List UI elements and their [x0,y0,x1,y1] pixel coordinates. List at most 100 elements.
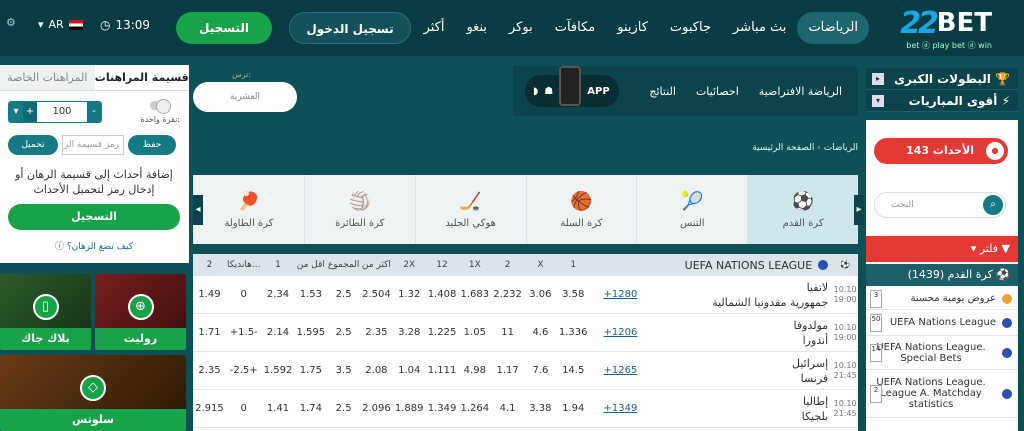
odds-cell[interactable]: 1.75 [294,365,327,376]
search-icon[interactable]: ⌕ [983,195,1003,215]
odds-cell[interactable]: 0 [226,289,262,300]
odds-cell[interactable]: 1.17 [491,365,524,376]
category-football[interactable]: كرة القدم (1439) ⚽ [866,264,1018,286]
nav-bonuses[interactable]: مكافآت [544,12,607,44]
nav-poker[interactable]: بوكر [498,12,544,44]
promo-blackjack[interactable]: ▯ بلاك جاك [0,274,91,350]
odds-cell[interactable]: 1.264 [458,403,491,414]
odds-cell[interactable]: 1.94 [557,403,590,414]
odds-cell[interactable]: 3.06 [524,289,557,300]
list-item[interactable]: 2 UEFA Nations League. League A. Matchday… [866,370,1018,418]
odds-cell[interactable]: 1.111 [426,365,459,376]
sports-search-input[interactable]: البحث ⌕ [874,192,1006,218]
nav-jackpot[interactable]: جاكبوت [659,12,722,44]
odds-cell[interactable]: 7.6 [524,365,557,376]
breadcrumb-home[interactable]: الصفحة الرئيسية [752,143,814,153]
load-coupon-button[interactable]: تحميل [8,135,58,155]
match-teams[interactable]: لاتفيا جمهورية مقدونيا الشمالية [637,280,832,310]
more-markets-link[interactable]: +1280 [590,289,637,300]
odds-cell[interactable]: 2.35 [193,365,226,376]
nav-sports[interactable]: الرياضات [797,12,869,44]
odds-cell[interactable]: 2.504 [360,289,393,300]
league-title[interactable]: UEFA NATIONS LEAGUE [637,259,832,272]
odds-cell[interactable]: 2.14 [262,327,295,338]
sport-volleyball[interactable]: 🏐 كرة الطائرة [303,175,415,244]
odds-cell[interactable]: 1.683 [458,289,491,300]
nav-bingo[interactable]: بنغو [455,12,498,44]
stake-dropdown-icon[interactable]: ▾ [9,102,23,122]
odds-cell[interactable]: 3.5 [327,365,360,376]
odds-cell[interactable]: 3.28 [393,327,426,338]
app-download-button[interactable]: ◗ ☗ APP [525,66,619,107]
odds-cell[interactable]: 1.592 [262,365,295,376]
stake-stepper[interactable]: ▾ + 100 - [8,101,102,123]
match-teams[interactable]: مولدوفا أندورا [637,318,832,348]
nav-live[interactable]: بث مباشر [722,12,797,44]
register-button[interactable]: التسجيل [176,12,272,44]
sport-football[interactable]: ⚽ كرة القدم [747,175,858,244]
sport-basketball[interactable]: 🏀 كرة السلة [525,175,637,244]
odds-cell[interactable]: 4.1 [491,403,524,414]
promo-slots[interactable]: ◇ سلوتس [0,355,186,431]
chevron-down-icon[interactable]: ▾ [872,95,884,107]
nav-casino[interactable]: كازينو [606,12,659,44]
odds-cell[interactable]: 14.5 [557,365,590,376]
odds-cell[interactable]: 4.98 [458,365,491,376]
table-row[interactable]: 10.10 19:00 مولدوفا أندورا +1206 1.336 4.6 11 1.… [193,314,858,352]
subnav-virtual-sports[interactable]: الرياضة الافتراضية [759,85,842,98]
odds-cell[interactable]: 1.408 [426,289,459,300]
save-coupon-button[interactable]: حفظ [128,135,176,155]
odds-cell[interactable]: 2.34 [262,289,295,300]
subnav-results[interactable]: النتائج [649,85,676,98]
language-selector[interactable]: ▾ AR [38,18,83,31]
odds-cell[interactable]: 1.41 [262,403,295,414]
carousel-next-icon[interactable]: ▸ [854,195,864,225]
bet-slip-register-button[interactable]: التسجيل [8,204,180,230]
odds-cell[interactable]: 2.232 [491,289,524,300]
match-teams[interactable]: إسرائيل فرنسا [637,356,832,386]
breadcrumb-current[interactable]: الرياضات [824,143,858,153]
match-teams[interactable]: إطاليا بلجيكا [637,394,832,424]
list-item[interactable]: 50 UEFA Nations League [866,310,1018,336]
table-row[interactable]: 10.10 21:45 إسرائيل فرنسا +1265 14.5 7.6 1.17 4.… [193,352,858,390]
odds-cell[interactable]: 1.49 [193,289,226,300]
carousel-prev-icon[interactable]: ◂ [193,195,203,225]
settings-icon[interactable]: ⚙ [6,16,24,34]
chevron-down-icon[interactable]: ▸ [872,73,884,85]
odds-cell[interactable]: 4.6 [524,327,557,338]
odds-cell[interactable]: 1.71 [193,327,226,338]
more-markets-link[interactable]: +1206 [590,327,637,338]
top-matches-header[interactable]: ▾ أقوى المباريات ⚡ [866,90,1018,112]
odds-cell[interactable]: 2.35 [360,327,393,338]
odds-cell[interactable]: +1.5- [226,327,262,338]
stake-minus-button[interactable]: - [87,102,101,122]
nav-more[interactable]: أكثر [413,12,456,44]
odds-cell[interactable]: 0 [226,403,262,414]
tab-special-bets[interactable]: المراهنات الخاصة [0,65,95,90]
list-item[interactable]: 14 UEFA Nations League. Special Bets [866,336,1018,370]
sport-tennis[interactable]: 🎾 التنس [636,175,747,244]
odds-cell[interactable]: 1.53 [294,289,327,300]
sport-ice-hockey[interactable]: 🏒 هوكي الجليد [414,175,526,244]
decimal-format-select[interactable]: العشرية [193,82,297,112]
odds-cell[interactable]: 3.58 [557,289,590,300]
odds-cell[interactable]: 2.5 [327,327,360,338]
odds-cell[interactable]: 2.915 [193,403,226,414]
live-events-button[interactable]: الأحداث 143 :LIVE ● [874,138,1008,183]
more-markets-link[interactable]: +1349 [590,403,637,414]
odds-cell[interactable]: 1.349 [426,403,459,414]
coupon-code-input[interactable]: رمز قسيمة الر [62,135,124,155]
filter-toggle[interactable]: ▾ فلتر ▼ [866,236,1018,262]
sport-table-tennis[interactable]: 🏓 كرة الطاولة [193,175,304,244]
odds-cell[interactable]: 1.225 [426,327,459,338]
odds-cell[interactable]: -2.5+ [226,365,262,376]
stake-plus-button[interactable]: + [23,102,37,122]
login-button[interactable]: تسجيل الدخول [289,12,411,44]
promo-roulette[interactable]: ⊕ روليت [95,274,186,350]
odds-cell[interactable]: 11 [491,327,524,338]
odds-cell[interactable]: 1.74 [294,403,327,414]
odds-cell[interactable]: 1.32 [393,289,426,300]
tab-bet-slip[interactable]: قسيمة المراهنات [94,65,189,90]
odds-cell[interactable]: 1.595 [294,327,327,338]
list-item[interactable]: 3 عروض يومية محسنة [866,288,1018,310]
